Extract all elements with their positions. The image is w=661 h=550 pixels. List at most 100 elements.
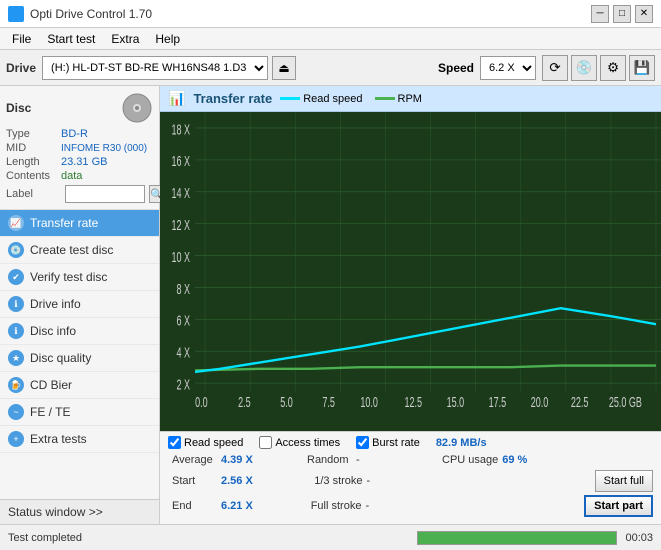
chart-svg: 18 X 16 X 14 X 12 X 10 X 8 X 6 X 4 X 2 X… [160, 112, 661, 431]
disc-mid-row: MID INFOME R30 (000) [6, 142, 153, 154]
titlebar: Opti Drive Control 1.70 ─ □ ✕ [0, 0, 661, 28]
nav-create-test-disc[interactable]: 💿 Create test disc [0, 237, 159, 264]
nav-verify-test-disc[interactable]: ✔ Verify test disc [0, 264, 159, 291]
eject-button[interactable]: ⏏ [272, 56, 296, 80]
chart-controls: Read speed Access times Burst rate 82.9 … [160, 431, 661, 524]
minimize-button[interactable]: ─ [591, 5, 609, 23]
stats-row-3: End 6.21 X Full stroke - Start part [168, 495, 653, 517]
disc-panel: Disc Type BD-R MID INFOME R30 (000) Leng… [0, 86, 159, 210]
svg-text:10.0: 10.0 [360, 394, 378, 411]
sidebar: Disc Type BD-R MID INFOME R30 (000) Leng… [0, 86, 160, 524]
svg-text:17.5: 17.5 [489, 394, 507, 411]
menu-help[interactable]: Help [147, 30, 188, 48]
start-part-button[interactable]: Start part [584, 495, 653, 517]
chart-legend: Read speed RPM [280, 93, 422, 105]
disc-title: Disc [6, 101, 31, 115]
status-time: 00:03 [625, 532, 653, 544]
access-times-checkbox-label[interactable]: Access times [259, 436, 340, 449]
disc-button[interactable]: 💿 [571, 55, 597, 81]
maximize-button[interactable]: □ [613, 5, 631, 23]
start-full-button[interactable]: Start full [595, 470, 653, 492]
svg-text:22.5: 22.5 [571, 394, 589, 411]
nav-cd-bier-label: CD Bier [30, 378, 72, 392]
access-times-checkbox[interactable] [259, 436, 272, 449]
verify-test-icon: ✔ [8, 269, 24, 285]
drive-dropdown[interactable]: (H:) HL-DT-ST BD-RE WH16NS48 1.D3 [42, 56, 268, 80]
app-icon [8, 6, 24, 22]
menu-start-test[interactable]: Start test [39, 30, 103, 48]
svg-text:16 X: 16 X [172, 153, 191, 170]
svg-text:14 X: 14 X [172, 185, 191, 202]
burst-rate-value: 82.9 MB/s [436, 437, 487, 449]
nav-cd-bier[interactable]: 🍺 CD Bier [0, 372, 159, 399]
menubar: File Start test Extra Help [0, 28, 661, 50]
read-speed-label: Read speed [303, 93, 362, 105]
menu-file[interactable]: File [4, 30, 39, 48]
svg-text:12 X: 12 X [172, 217, 191, 234]
fe-te-icon: ~ [8, 404, 24, 420]
speed-label: Speed [438, 61, 474, 75]
refresh-button[interactable]: ⟳ [542, 55, 568, 81]
nav-fe-te[interactable]: ~ FE / TE [0, 399, 159, 426]
nav-create-test-label: Create test disc [30, 243, 113, 257]
disc-quality-icon: ★ [8, 350, 24, 366]
status-window-label: Status window >> [8, 505, 103, 519]
disc-type-row: Type BD-R [6, 128, 153, 140]
disc-contents-row: Contents data [6, 170, 153, 182]
svg-text:0.0: 0.0 [195, 394, 208, 411]
nav-drive-info[interactable]: ℹ Drive info [0, 291, 159, 318]
nav-disc-quality[interactable]: ★ Disc quality [0, 345, 159, 372]
stats-row-1: Average 4.39 X Random - CPU usage 69 % [168, 453, 653, 467]
chart-header: 📊 Transfer rate Read speed RPM [160, 86, 661, 112]
settings-button[interactable]: ⚙ [600, 55, 626, 81]
checkboxes-row: Read speed Access times Burst rate 82.9 … [168, 436, 653, 449]
nav-disc-info-label: Disc info [30, 324, 76, 338]
stroke-1-3-cell: 1/3 stroke - [310, 474, 452, 488]
status-text: Test completed [8, 532, 409, 544]
nav-items: 📈 Transfer rate 💿 Create test disc ✔ Ver… [0, 210, 159, 499]
read-speed-checkbox[interactable] [168, 436, 181, 449]
speed-dropdown[interactable]: 6.2 X [480, 56, 536, 80]
cpu-usage-cell: CPU usage 69 % [438, 453, 573, 467]
save-button[interactable]: 💾 [629, 55, 655, 81]
svg-text:6 X: 6 X [177, 313, 191, 330]
extra-tests-icon: + [8, 431, 24, 447]
stats-row-2: Start 2.56 X 1/3 stroke - Start full [168, 470, 653, 492]
rpm-color [375, 97, 395, 100]
burst-rate-checkbox-text: Burst rate [372, 437, 420, 449]
svg-text:2.5: 2.5 [238, 394, 251, 411]
titlebar-controls: ─ □ ✕ [591, 5, 653, 23]
svg-text:15.0: 15.0 [447, 394, 465, 411]
svg-text:18 X: 18 X [172, 121, 191, 138]
titlebar-title: Opti Drive Control 1.70 [30, 7, 152, 21]
random-cell: Random - [303, 453, 438, 467]
menu-extra[interactable]: Extra [103, 30, 147, 48]
placeholder-cell [452, 480, 594, 482]
read-speed-checkbox-text: Read speed [184, 437, 243, 449]
svg-text:12.5: 12.5 [404, 394, 422, 411]
nav-drive-info-label: Drive info [30, 297, 81, 311]
placeholder-cell-2 [445, 505, 584, 507]
nav-transfer-rate-label: Transfer rate [30, 216, 98, 230]
nav-extra-tests[interactable]: + Extra tests [0, 426, 159, 453]
burst-rate-checkbox[interactable] [356, 436, 369, 449]
burst-rate-checkbox-label[interactable]: Burst rate [356, 436, 420, 449]
chart-area: 📊 Transfer rate Read speed RPM [160, 86, 661, 524]
read-speed-checkbox-label[interactable]: Read speed [168, 436, 243, 449]
transfer-rate-icon: 📈 [8, 215, 24, 231]
close-button[interactable]: ✕ [635, 5, 653, 23]
nav-fe-te-label: FE / TE [30, 405, 70, 419]
drive-select: (H:) HL-DT-ST BD-RE WH16NS48 1.D3 ⏏ [42, 56, 432, 80]
status-window-item[interactable]: Status window >> [0, 499, 159, 524]
nav-disc-quality-label: Disc quality [30, 351, 91, 365]
nav-transfer-rate[interactable]: 📈 Transfer rate [0, 210, 159, 237]
disc-info-icon: ℹ [8, 323, 24, 339]
titlebar-left: Opti Drive Control 1.70 [8, 6, 152, 22]
statusbar: Test completed 00:03 [0, 524, 661, 550]
label-input[interactable] [65, 185, 145, 203]
drive-label: Drive [6, 61, 36, 75]
legend-rpm: RPM [375, 93, 422, 105]
chart-wrapper: 18 X 16 X 14 X 12 X 10 X 8 X 6 X 4 X 2 X… [160, 112, 661, 431]
nav-disc-info[interactable]: ℹ Disc info [0, 318, 159, 345]
progress-bar-fill [418, 532, 616, 544]
